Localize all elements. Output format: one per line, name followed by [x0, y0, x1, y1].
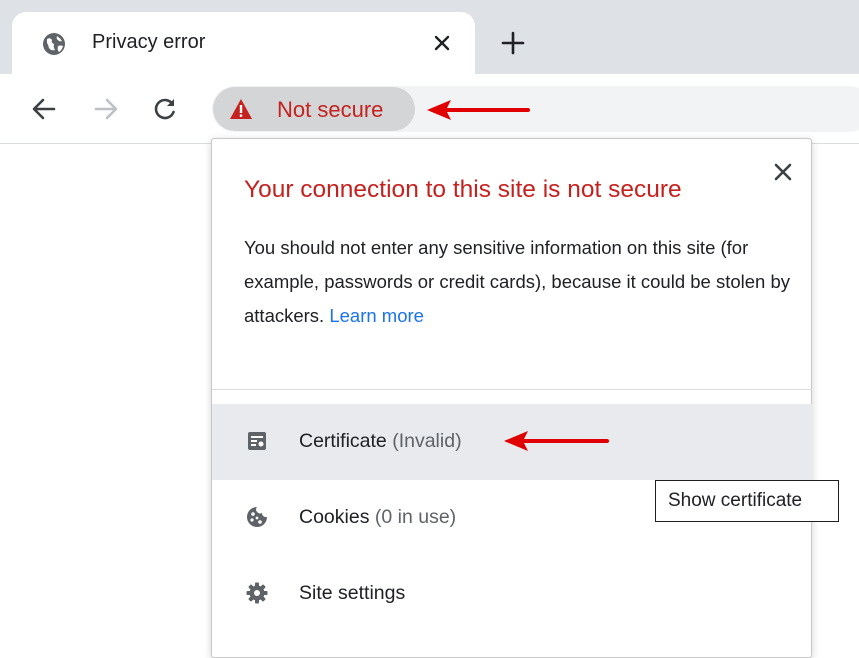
gear-icon: [246, 582, 268, 604]
close-popup-icon[interactable]: [772, 161, 794, 183]
not-secure-label: Not secure: [277, 97, 384, 122]
tab-strip: Privacy error: [0, 0, 859, 74]
certificate-icon: [248, 432, 266, 450]
tab-title: Privacy error: [92, 31, 206, 53]
popup-body-text: You should not enter any sensitive infor…: [244, 237, 791, 326]
reload-icon[interactable]: [151, 95, 179, 123]
site-settings-row[interactable]: Site settings: [212, 556, 812, 632]
annotation-arrow-icon: [427, 100, 530, 120]
cookie-icon: [247, 507, 267, 527]
popup-title: Your connection to this site is not secu…: [244, 176, 682, 203]
site-settings-label: Site settings: [299, 582, 406, 604]
tab-privacy-error[interactable]: Privacy error: [12, 12, 475, 74]
back-arrow-icon[interactable]: [30, 95, 58, 123]
toolbar: Not secure: [0, 74, 859, 144]
certificate-label: Certificate (Invalid): [299, 430, 462, 452]
new-tab-plus-icon[interactable]: [500, 30, 526, 56]
show-certificate-tooltip: Show certificate: [655, 480, 839, 522]
popup-description: You should not enter any sensitive infor…: [244, 231, 794, 333]
learn-more-link[interactable]: Learn more: [329, 305, 424, 326]
site-info-popup: Your connection to this site is not secu…: [211, 138, 812, 658]
warning-triangle-icon: [230, 99, 252, 119]
popup-divider: [212, 389, 812, 390]
close-tab-icon[interactable]: [430, 31, 454, 55]
annotation-arrow-icon: [504, 431, 609, 451]
forward-arrow-icon[interactable]: [92, 95, 120, 123]
not-secure-chip[interactable]: Not secure: [213, 87, 415, 131]
globe-icon: [43, 33, 65, 55]
cookies-label: Cookies (0 in use): [299, 506, 457, 528]
